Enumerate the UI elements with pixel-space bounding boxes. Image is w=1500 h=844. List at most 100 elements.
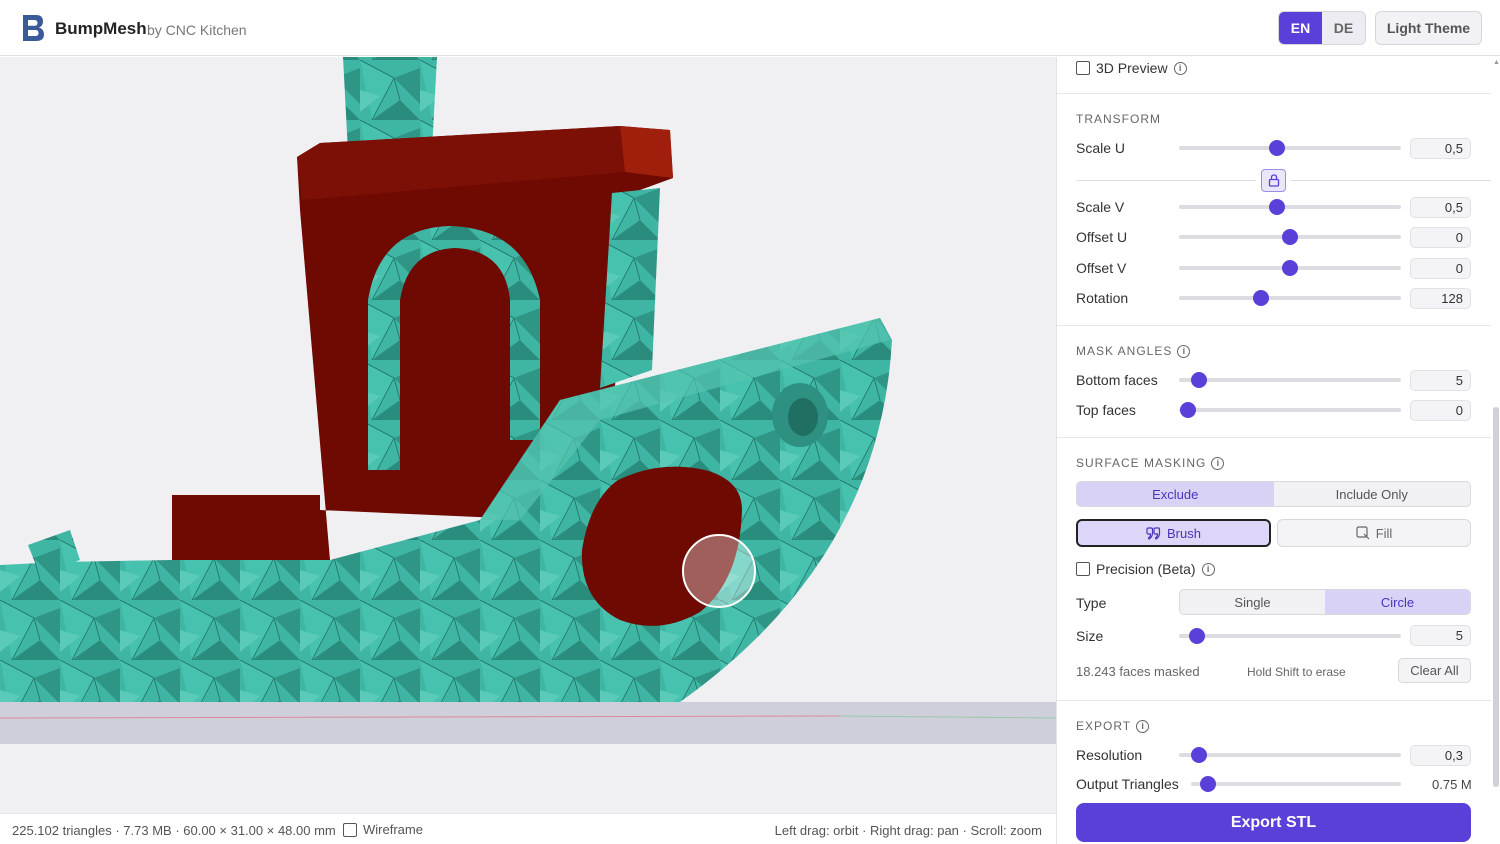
top-faces-slider[interactable]	[1179, 402, 1401, 418]
offset-u-label: Offset U	[1076, 229, 1128, 245]
type-label: Type	[1076, 595, 1107, 611]
scroll-up-icon[interactable]: ▲	[1493, 59, 1500, 66]
3d-viewport[interactable]	[0, 57, 1056, 813]
slider-knob[interactable]	[1282, 229, 1298, 245]
info-icon[interactable]: i	[1177, 344, 1191, 358]
lock-scale-button[interactable]	[1261, 169, 1286, 192]
wireframe-checkbox[interactable]	[343, 822, 357, 837]
surface-masking-title-text: SURFACE MASKING	[1076, 456, 1207, 470]
bottom-faces-slider[interactable]	[1179, 372, 1401, 388]
type-single-button[interactable]: Single	[1180, 590, 1325, 614]
scale-u-label: Scale U	[1076, 140, 1126, 156]
divider	[1076, 180, 1256, 181]
info-icon[interactable]: i	[1173, 61, 1187, 75]
mesh-stats: 225.102 triangles · 7.73 MB · 60.00 × 31…	[12, 823, 336, 838]
top-faces-input[interactable]: 0	[1410, 400, 1471, 421]
export-stl-button[interactable]: Export STL	[1076, 803, 1471, 842]
mask-mode-toggle: Exclude Include Only	[1076, 481, 1471, 507]
brush-size-slider[interactable]	[1179, 628, 1401, 644]
slider-knob[interactable]	[1188, 628, 1205, 644]
fill-tool-button[interactable]: Fill	[1277, 519, 1471, 547]
divider	[1057, 437, 1491, 438]
output-triangles-value: 0.75 M	[1432, 777, 1472, 792]
scale-u-slider[interactable]	[1179, 140, 1401, 156]
app-header: BumpMesh by CNC Kitchen EN DE Light Them…	[0, 0, 1500, 56]
output-triangles-slider[interactable]	[1191, 776, 1401, 792]
navigation-hints: Left drag: orbit · Right drag: pan · Scr…	[774, 823, 1042, 838]
precision-checkbox[interactable]	[1076, 562, 1090, 576]
language-toggle: EN DE	[1278, 11, 1366, 45]
divider	[1057, 700, 1491, 701]
settings-panel: ▲ 3D Preview i TRANSFORM Scale U 0,5 Sca…	[1056, 57, 1500, 844]
output-triangles-label: Output Triangles	[1076, 776, 1179, 792]
preview-label: 3D Preview	[1096, 60, 1168, 76]
size-label: Size	[1076, 628, 1104, 644]
mask-angles-title-text: MASK ANGLES	[1076, 344, 1173, 358]
preview-checkbox[interactable]	[1076, 61, 1090, 75]
mask-angles-section-title: MASK ANGLES i	[1076, 344, 1191, 358]
panel-scrollbar[interactable]: ▲	[1491, 57, 1500, 844]
slider-knob[interactable]	[1199, 776, 1216, 792]
shift-erase-hint: Hold Shift to erase	[1247, 665, 1346, 679]
precision-toggle[interactable]: Precision (Beta) i	[1076, 561, 1215, 577]
resolution-label: Resolution	[1076, 747, 1143, 763]
info-icon[interactable]: i	[1201, 562, 1215, 576]
scale-v-label: Scale V	[1076, 199, 1125, 215]
surface-masking-section-title: SURFACE MASKING i	[1076, 456, 1225, 470]
brush-tool-button[interactable]: Brush	[1076, 519, 1271, 547]
language-de-button[interactable]: DE	[1322, 12, 1365, 44]
info-icon[interactable]: i	[1136, 719, 1150, 733]
top-faces-label: Top faces	[1076, 402, 1136, 418]
faces-masked-count: 18.243 faces masked	[1076, 664, 1200, 679]
type-circle-button[interactable]: Circle	[1325, 590, 1470, 614]
bumpmesh-logo-icon	[23, 15, 44, 41]
divider	[1057, 325, 1491, 326]
slider-knob[interactable]	[1268, 199, 1285, 215]
offset-v-slider[interactable]	[1179, 260, 1401, 276]
rotation-input[interactable]: 128	[1410, 288, 1471, 309]
offset-v-label: Offset V	[1076, 260, 1127, 276]
boat-model-render	[0, 57, 1056, 744]
offset-v-input[interactable]: 0	[1410, 258, 1471, 279]
slider-knob[interactable]	[1190, 372, 1207, 388]
include-only-button[interactable]: Include Only	[1274, 482, 1471, 506]
brush-size-input[interactable]: 5	[1410, 625, 1471, 646]
divider	[1291, 180, 1491, 181]
theme-toggle-button[interactable]: Light Theme	[1375, 11, 1482, 45]
clear-all-button[interactable]: Clear All	[1398, 658, 1471, 683]
resolution-input[interactable]: 0,3	[1410, 745, 1471, 766]
bottom-faces-input[interactable]: 5	[1410, 370, 1471, 391]
exclude-button[interactable]: Exclude	[1077, 482, 1274, 506]
bottom-faces-label: Bottom faces	[1076, 372, 1158, 388]
scale-u-input[interactable]: 0,5	[1410, 138, 1471, 159]
slider-knob[interactable]	[1253, 290, 1270, 306]
scale-v-input[interactable]: 0,5	[1410, 197, 1471, 218]
preview-toggle[interactable]: 3D Preview i	[1076, 60, 1187, 76]
export-title-text: EXPORT	[1076, 719, 1132, 733]
brush-type-toggle: Single Circle	[1179, 589, 1471, 615]
app-subtitle: by CNC Kitchen	[147, 22, 247, 38]
precision-label: Precision (Beta)	[1096, 561, 1196, 577]
slider-knob[interactable]	[1179, 402, 1196, 418]
status-bar: 225.102 triangles · 7.73 MB · 60.00 × 31…	[0, 813, 1056, 844]
language-en-button[interactable]: EN	[1279, 12, 1322, 44]
app-title: BumpMesh	[55, 19, 147, 38]
scroll-thumb[interactable]	[1493, 407, 1499, 787]
divider	[1057, 93, 1491, 94]
fill-icon	[1356, 526, 1370, 540]
info-icon[interactable]: i	[1211, 456, 1225, 470]
slider-knob[interactable]	[1190, 747, 1207, 763]
scale-v-slider[interactable]	[1179, 199, 1401, 215]
slider-knob[interactable]	[1282, 260, 1298, 276]
offset-u-input[interactable]: 0	[1410, 227, 1471, 248]
offset-u-slider[interactable]	[1179, 229, 1401, 245]
wireframe-toggle[interactable]: Wireframe	[343, 822, 423, 837]
resolution-slider[interactable]	[1179, 747, 1401, 763]
lock-icon	[1268, 174, 1279, 187]
brush-icon	[1146, 526, 1161, 540]
rotation-slider[interactable]	[1179, 290, 1401, 306]
brush-label: Brush	[1167, 525, 1201, 541]
export-section-title: EXPORT i	[1076, 719, 1150, 733]
slider-knob[interactable]	[1268, 140, 1285, 156]
wireframe-label: Wireframe	[363, 822, 423, 837]
